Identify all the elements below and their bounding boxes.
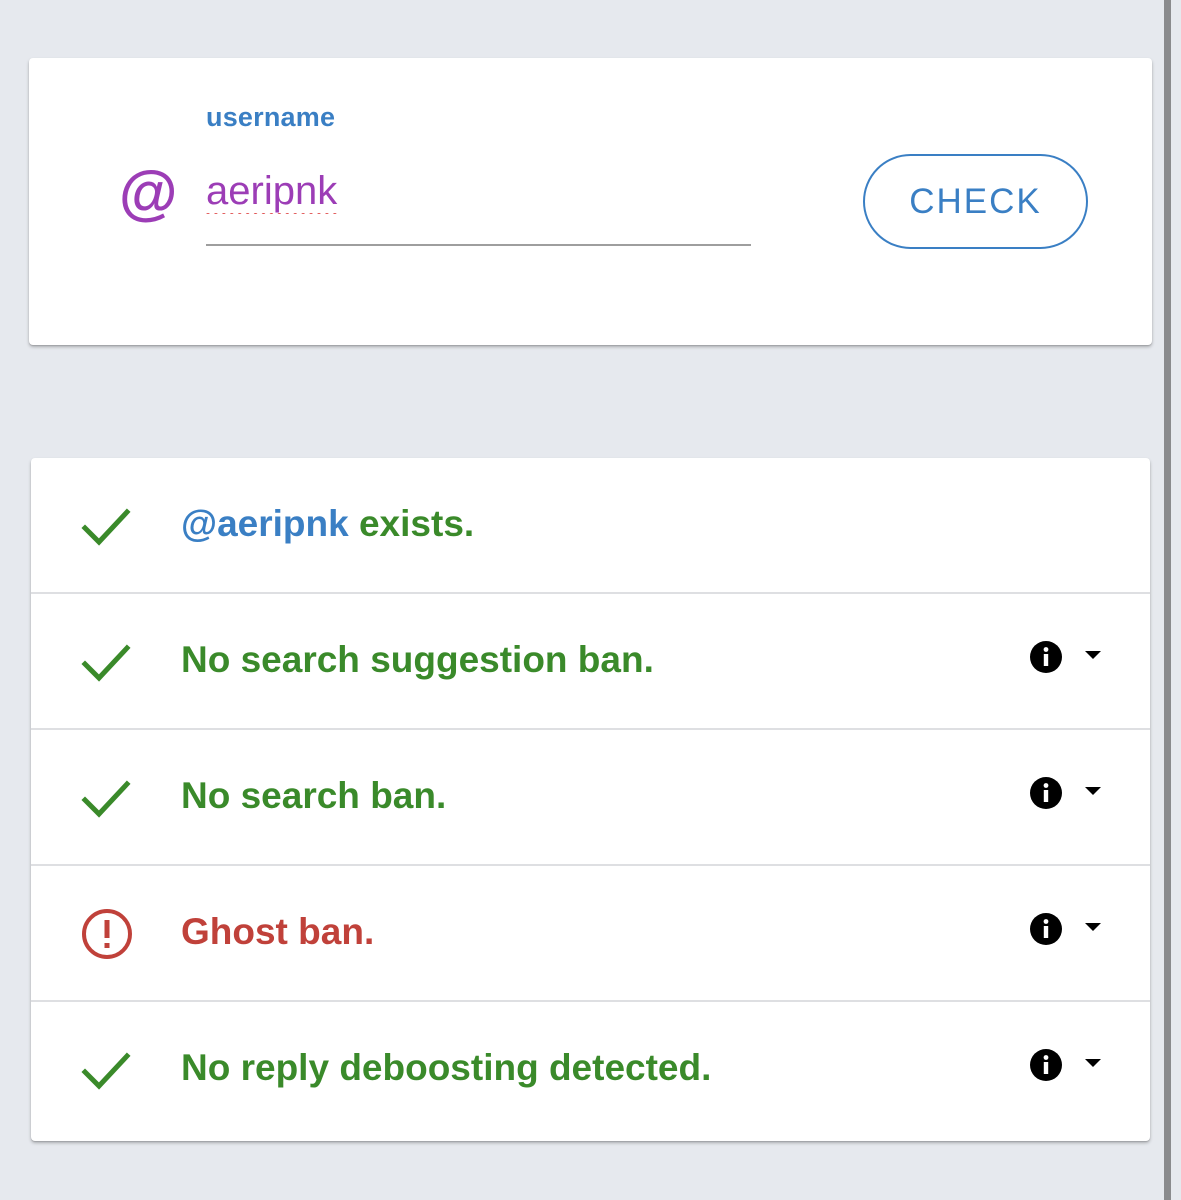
result-row-exists: @aeripnk exists. (31, 458, 1150, 594)
chevron-down-icon[interactable] (1084, 649, 1102, 661)
username-input[interactable] (206, 166, 751, 246)
result-text: No reply deboosting detected. (181, 1047, 712, 1088)
check-icon (81, 780, 131, 818)
username-field-label: username (206, 102, 336, 132)
info-icon[interactable] (1029, 640, 1063, 674)
result-text: No search suggestion ban. (181, 639, 654, 680)
at-sign-icon: @ (118, 160, 177, 227)
result-text: No search ban. (181, 775, 447, 816)
chevron-down-icon[interactable] (1084, 1057, 1102, 1069)
result-row-search-suggestion-ban: No search suggestion ban. (31, 594, 1150, 730)
result-row-search-ban: No search ban. (31, 730, 1150, 866)
result-row-ghost-ban: Ghost ban. (31, 866, 1150, 1002)
username-form-card: username @ CHECK (29, 58, 1152, 345)
result-text-suffix: exists. (348, 503, 475, 544)
window-edge-scrollbar (1164, 0, 1171, 1200)
chevron-down-icon[interactable] (1084, 921, 1102, 933)
info-icon[interactable] (1029, 776, 1063, 810)
check-button[interactable]: CHECK (863, 154, 1088, 249)
info-icon[interactable] (1029, 1048, 1063, 1082)
results-card: @aeripnk exists. No search suggestion ba… (31, 458, 1150, 1141)
check-icon (81, 508, 131, 546)
alert-circle-icon (82, 909, 132, 959)
username-handle: @aeripnk (181, 503, 349, 544)
check-icon (81, 1052, 131, 1090)
chevron-down-icon[interactable] (1084, 785, 1102, 797)
result-text: Ghost ban. (181, 911, 375, 952)
result-row-reply-deboosting: No reply deboosting detected. (31, 1002, 1150, 1138)
check-icon (81, 644, 131, 682)
result-text: @aeripnk exists. (181, 502, 474, 546)
info-icon[interactable] (1029, 912, 1063, 946)
